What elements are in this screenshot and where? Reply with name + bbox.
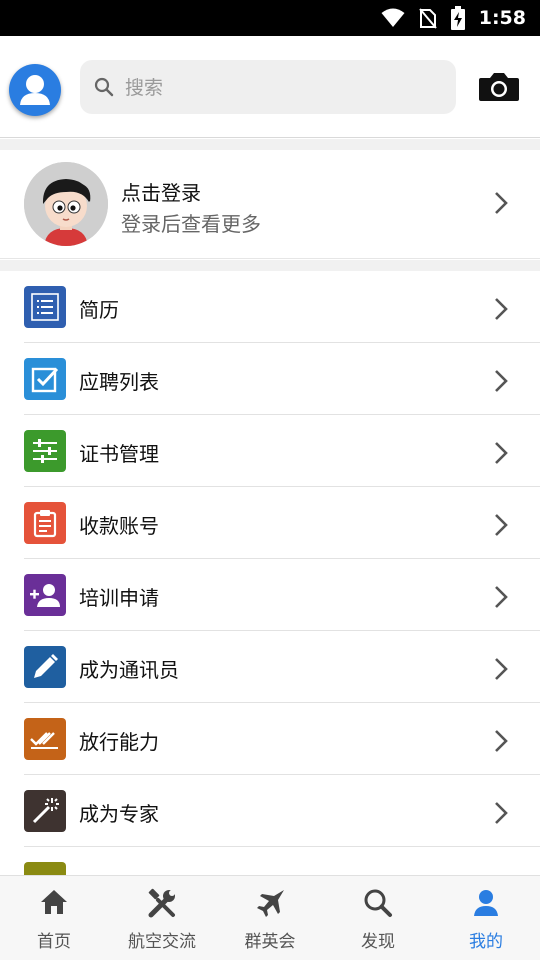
- chevron-right-icon: [495, 730, 508, 752]
- section-divider: [0, 139, 540, 150]
- status-bar: 1:58: [0, 0, 540, 36]
- menu-item-label: 放行能力: [79, 730, 159, 754]
- user-avatar-button[interactable]: [9, 64, 61, 116]
- status-time: 1:58: [478, 7, 526, 29]
- menu-item-label: 应聘列表: [79, 370, 159, 394]
- user-avatar-icon: [20, 75, 50, 105]
- person-icon: [474, 890, 498, 916]
- chevron-right-icon: [495, 658, 508, 680]
- chevron-right-icon: [495, 514, 508, 536]
- menu-item-expert[interactable]: 成为专家: [0, 775, 540, 847]
- search-icon: [94, 77, 114, 97]
- menu-item-resume[interactable]: 简历: [0, 271, 540, 343]
- double-check-icon: [24, 718, 66, 760]
- search-icon: [364, 889, 392, 917]
- login-title: 点击登录: [121, 181, 201, 205]
- search-placeholder: 搜索: [125, 77, 164, 99]
- tab-mine[interactable]: 我的: [432, 876, 540, 960]
- add-person-icon: [24, 574, 66, 616]
- pencil-icon: [24, 646, 66, 688]
- battery-charging-icon: [450, 6, 465, 30]
- tab-home[interactable]: 首页: [0, 876, 108, 960]
- chevron-right-icon: [495, 192, 508, 214]
- login-card[interactable]: 点击登录 登录后查看更多: [0, 150, 540, 259]
- avatar: [24, 162, 108, 246]
- list-icon: [24, 286, 66, 328]
- menu-item-correspondent[interactable]: 成为通讯员: [0, 631, 540, 703]
- menu-item-label: 成为专家: [79, 802, 159, 826]
- menu-item-release-ability[interactable]: 放行能力: [0, 703, 540, 775]
- checkbox-icon: [24, 358, 66, 400]
- sliders-icon: [24, 430, 66, 472]
- magic-wand-icon: [24, 790, 66, 832]
- tab-label: 首页: [37, 932, 71, 952]
- chevron-right-icon: [495, 586, 508, 608]
- chevron-right-icon: [495, 442, 508, 464]
- tab-heroes[interactable]: 群英会: [216, 876, 324, 960]
- menu-item-payment-account[interactable]: 收款账号: [0, 487, 540, 559]
- search-bar[interactable]: 搜索: [80, 60, 456, 114]
- cartoon-avatar-icon: [24, 162, 108, 246]
- chevron-right-icon: [495, 370, 508, 392]
- menu-item-label: 收款账号: [79, 514, 159, 538]
- wifi-icon: [381, 8, 405, 27]
- login-subtitle: 登录后查看更多: [121, 212, 261, 236]
- bottom-nav: 首页 航空交流 群英会 发现 我的: [0, 875, 540, 960]
- jet-icon: [257, 890, 284, 917]
- tab-label: 我的: [469, 932, 503, 952]
- menu-item-training[interactable]: 培训申请: [0, 559, 540, 631]
- tab-label: 发现: [361, 932, 395, 952]
- chevron-right-icon: [495, 298, 508, 320]
- section-divider: [0, 260, 540, 271]
- clipboard-icon: [24, 502, 66, 544]
- menu-item-label: 简历: [79, 298, 119, 322]
- camera-icon[interactable]: [478, 71, 520, 103]
- header: 搜索: [0, 36, 540, 138]
- tab-aviation-exchange[interactable]: 航空交流: [108, 876, 216, 960]
- no-sim-icon: [418, 8, 437, 29]
- home-icon: [41, 890, 67, 914]
- tools-icon: [148, 888, 175, 918]
- menu-item-applications[interactable]: 应聘列表: [0, 343, 540, 415]
- menu-item-certificates[interactable]: 证书管理: [0, 415, 540, 487]
- menu-list: 简历 应聘列表 证书管理 收款账号 培训申请 成为通讯员 放行能力 成为专家: [0, 271, 540, 919]
- tab-label: 航空交流: [128, 932, 196, 952]
- tab-label: 群英会: [244, 932, 296, 952]
- tab-discover[interactable]: 发现: [324, 876, 432, 960]
- chevron-right-icon: [495, 802, 508, 824]
- menu-item-label: 证书管理: [79, 442, 159, 466]
- menu-item-label: 成为通讯员: [79, 658, 179, 682]
- menu-item-label: 培训申请: [79, 586, 159, 610]
